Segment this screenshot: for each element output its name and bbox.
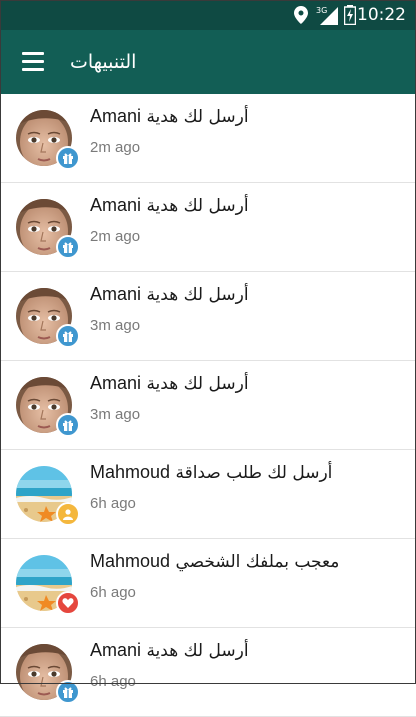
notification-time: 3m ago	[90, 317, 141, 334]
notification-text: Amani أرسل لك هدية	[90, 373, 249, 394]
notification-text: Amani أرسل لك هدية	[90, 195, 249, 216]
notification-message: معجب بملفك الشخصي	[175, 552, 340, 572]
notification-list: Amani أرسل لك هدية 2m ago Amani أرسل لك …	[0, 94, 416, 717]
notification-message: أرسل لك هدية	[146, 285, 249, 305]
sender-name: Amani	[90, 640, 142, 660]
status-time: 10:22	[357, 5, 406, 25]
app-bar: التنبيهات	[0, 30, 416, 94]
notification-row[interactable]: Mahmoud معجب بملفك الشخصي 6h ago	[0, 539, 416, 628]
notification-row[interactable]: Mahmoud أرسل لك طلب صداقة 6h ago	[0, 450, 416, 539]
notification-text: Mahmoud أرسل لك طلب صداقة	[90, 462, 332, 483]
notification-message: أرسل لك هدية	[146, 196, 249, 216]
sender-name: Amani	[90, 106, 142, 126]
notification-time: 6h ago	[90, 584, 136, 601]
notification-row[interactable]: Amani أرسل لك هدية 2m ago	[0, 94, 416, 183]
notification-time: 6h ago	[90, 495, 136, 512]
notification-message: أرسل لك طلب صداقة	[175, 463, 333, 483]
notification-text: Amani أرسل لك هدية	[90, 284, 249, 305]
location-icon	[294, 0, 308, 30]
notification-time: 6h ago	[90, 673, 136, 690]
sender-name: Amani	[90, 195, 142, 215]
notification-message: أرسل لك هدية	[146, 374, 249, 394]
notification-time: 2m ago	[90, 139, 141, 156]
sender-name: Amani	[90, 284, 142, 304]
notification-text: Amani أرسل لك هدية	[90, 106, 249, 127]
battery-icon	[344, 0, 356, 30]
page-title: التنبيهات	[70, 51, 137, 73]
notification-message: أرسل لك هدية	[146, 107, 249, 127]
sender-name: Mahmoud	[90, 462, 171, 482]
notification-row[interactable]: Amani أرسل لك هدية 3m ago	[0, 361, 416, 450]
gift-icon	[56, 235, 80, 259]
status-bar: 3G 10:22	[0, 0, 416, 30]
sender-name: Amani	[90, 373, 142, 393]
notification-text: Mahmoud معجب بملفك الشخصي	[90, 551, 339, 572]
network-label: 3G	[316, 6, 327, 15]
notification-row[interactable]: Amani أرسل لك هدية 3m ago	[0, 272, 416, 361]
sender-name: Mahmoud	[90, 551, 171, 571]
heart-icon	[56, 591, 80, 615]
notification-text: Amani أرسل لك هدية	[90, 640, 249, 661]
gift-icon	[56, 146, 80, 170]
gift-icon	[56, 413, 80, 437]
hamburger-menu-icon[interactable]	[22, 52, 44, 72]
gift-icon	[56, 324, 80, 348]
notification-row[interactable]: Amani أرسل لك هدية 6h ago	[0, 628, 416, 717]
notification-row[interactable]: Amani أرسل لك هدية 2m ago	[0, 183, 416, 272]
notification-message: أرسل لك هدية	[146, 641, 249, 661]
notification-time: 3m ago	[90, 406, 141, 423]
signal-icon: 3G	[316, 0, 338, 30]
notification-time: 2m ago	[90, 228, 141, 245]
person-icon	[56, 502, 80, 526]
